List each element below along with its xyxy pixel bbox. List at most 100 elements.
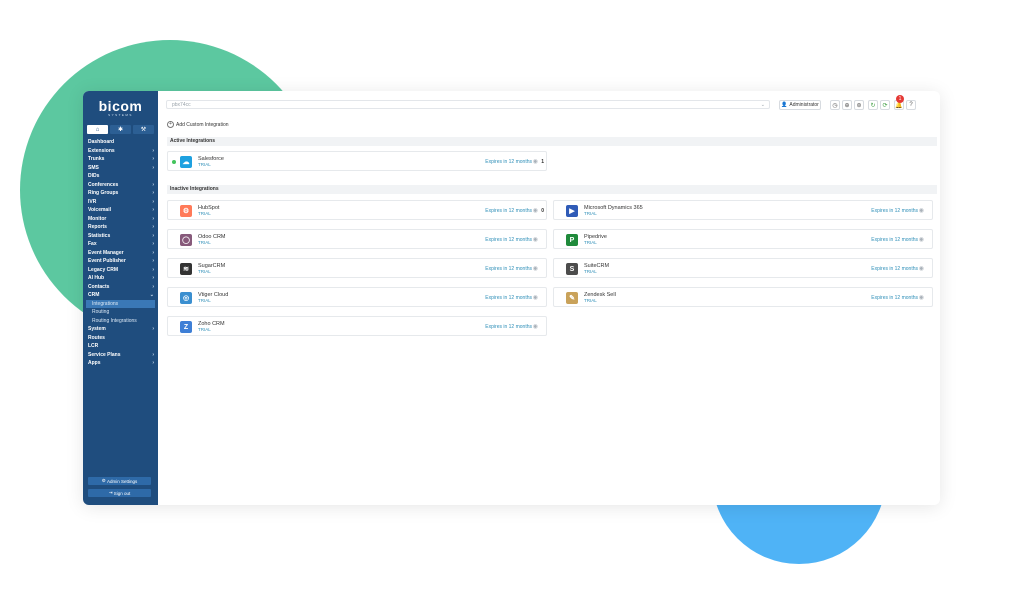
sidebar-item-label: Integrations — [92, 300, 119, 307]
top-bar: pbx74cc ⌄ 👤 Administrator ◷ ⊕ ⊛ ↻ ⟳ 🔔 ? … — [158, 91, 940, 117]
sidebar-item-label: Contacts — [88, 283, 110, 290]
sidebar-item-apps[interactable]: Apps › — [83, 359, 158, 368]
sidebar-item-label: SMS — [88, 164, 99, 171]
integration-card-hubspot[interactable]: ⚙ HubSpot TRIAL Expires in 12 months ◉ 0 — [167, 200, 547, 220]
search-input[interactable]: pbx74cc ⌄ — [166, 100, 770, 109]
chevron-right-icon: ⌄ — [149, 292, 154, 298]
integration-card-sugarcrm[interactable]: ≋ SugarCRM TRIAL Expires in 12 months ◉ — [167, 258, 547, 278]
integration-logo-icon: ▶ — [566, 205, 578, 217]
add-custom-label: Add Custom Integration — [176, 121, 229, 128]
integration-expiry: Expires in 12 months — [871, 266, 918, 272]
sidebar-item-monitor[interactable]: Monitor › — [83, 215, 158, 224]
chevron-right-icon: › — [152, 224, 154, 230]
integration-card-odoo-crm[interactable]: ◯ Odoo CRM TRIAL Expires in 12 months ◉ — [167, 229, 547, 249]
sidebar-item-dids[interactable]: DIDs — [83, 172, 158, 181]
integration-status: TRIAL — [198, 298, 211, 303]
sign-out-label: Sign out — [113, 490, 131, 496]
sidebar-nav: Dashboard Extensions › Trunks › SMS › DIDs Confe… — [83, 138, 158, 368]
integration-expiry: Expires in 12 months — [871, 237, 918, 243]
integration-logo-icon: ◯ — [180, 234, 192, 246]
eye-icon[interactable]: ◉ — [919, 265, 924, 272]
integration-expiry: Expires in 12 months — [485, 159, 532, 165]
sidebar-item-conferences[interactable]: Conferences › — [83, 181, 158, 190]
sidebar-item-routing-integrations[interactable]: Routing Integrations — [83, 317, 158, 326]
chevron-right-icon: › — [152, 351, 154, 358]
chevron-right-icon: › — [152, 232, 154, 239]
chevron-down-icon: ⌄ — [760, 102, 765, 108]
chevron-right-icon: › — [152, 207, 154, 213]
sidebar-item-dashboard[interactable]: Dashboard — [83, 138, 158, 147]
sidebar-item-ivr[interactable]: IVR › — [83, 198, 158, 207]
brand-logo[interactable]: bicom SYSTEMS — [83, 94, 158, 122]
eye-icon[interactable]: ◉ — [533, 236, 538, 243]
integration-card-zendesk-sell[interactable]: ✎ Zendesk Sell TRIAL Expires in 12 months ◉ — [553, 287, 933, 307]
eye-icon[interactable]: ◉ — [533, 207, 538, 214]
sidebar-item-fax[interactable]: Fax › — [83, 240, 158, 249]
chevron-right-icon: › — [152, 258, 154, 264]
refresh-icon[interactable]: ↻ — [868, 100, 878, 110]
chevron-right-icon: › — [152, 198, 154, 205]
eye-icon[interactable]: ◉ — [919, 236, 924, 243]
sidebar-item-label: IVR — [88, 198, 97, 205]
sync-icon[interactable]: ⟳ — [880, 100, 890, 110]
sidebar-item-ai-hub[interactable]: AI Hub › — [83, 274, 158, 283]
sidebar-item-ring-groups[interactable]: Ring Groups › — [83, 189, 158, 198]
globe-icon[interactable]: ⊕ — [842, 100, 852, 110]
sidebar-item-label: Fax — [88, 241, 97, 247]
sidebar-item-lcr[interactable]: LCR — [83, 342, 158, 351]
integration-card-microsoft-dynamics-365[interactable]: ▶ Microsoft Dynamics 365 TRIAL Expires in 1… — [553, 200, 933, 220]
chevron-right-icon: › — [152, 164, 154, 171]
sidebar-item-routes[interactable]: Routes — [83, 334, 158, 343]
add-custom-integration-button[interactable]: + Add Custom Integration — [167, 121, 229, 128]
sidebar-item-legacy-crm[interactable]: Legacy CRM › — [83, 266, 158, 275]
target-icon[interactable]: ⊛ — [854, 100, 864, 110]
eye-icon[interactable]: ◉ — [533, 158, 538, 165]
eye-icon[interactable]: ◉ — [919, 294, 924, 301]
tools-icon[interactable]: ⚒ — [133, 125, 154, 134]
admin-settings-button[interactable]: ⚙ Admin Settings — [88, 477, 151, 485]
user-icon: 👤 — [781, 102, 788, 108]
sidebar-item-trunks[interactable]: Trunks › — [83, 155, 158, 164]
sidebar-item-contacts[interactable]: Contacts › — [83, 283, 158, 292]
integration-card-zoho-crm[interactable]: Z Zoho CRM TRIAL Expires in 12 months ◉ — [167, 316, 547, 336]
sidebar-item-reports[interactable]: Reports › — [83, 223, 158, 232]
integration-card-vtiger-cloud[interactable]: ◎ Vtiger Cloud TRIAL Expires in 12 months ◉ — [167, 287, 547, 307]
sidebar-item-event-manager[interactable]: Event Manager › — [83, 249, 158, 258]
clock-icon[interactable]: ◷ — [830, 100, 840, 110]
eye-icon[interactable]: ◉ — [533, 323, 538, 330]
sidebar: bicom SYSTEMS ⌂ ✱ ⚒ Dashboard Extensions ›… — [83, 91, 158, 505]
eye-icon[interactable]: ◉ — [533, 265, 538, 272]
integration-expiry: Expires in 12 months — [485, 208, 532, 214]
integration-card-salesforce[interactable]: ☁ Salesforce TRIAL Expires in 12 months ◉ 1 — [167, 151, 547, 171]
sidebar-item-extensions[interactable]: Extensions › — [83, 147, 158, 156]
sidebar-item-label: Apps — [88, 360, 101, 366]
sidebar-item-system[interactable]: System › — [83, 325, 158, 334]
sidebar-item-label: Event Publisher — [88, 258, 126, 264]
sign-out-button[interactable]: ⇥ Sign out — [88, 489, 151, 497]
help-icon[interactable]: ? — [906, 100, 916, 110]
integration-status: TRIAL — [198, 211, 211, 216]
sidebar-item-voicemail[interactable]: Voicemail › — [83, 206, 158, 215]
integration-status: TRIAL — [198, 269, 211, 274]
sidebar-item-event-publisher[interactable]: Event Publisher › — [83, 257, 158, 266]
user-menu-button[interactable]: 👤 Administrator — [779, 100, 821, 110]
integration-logo-icon: ≋ — [180, 263, 192, 275]
sidebar-item-label: Routing — [92, 309, 110, 315]
sidebar-item-sms[interactable]: SMS › — [83, 164, 158, 173]
sidebar-item-statistics[interactable]: Statistics › — [83, 232, 158, 241]
eye-icon[interactable]: ◉ — [919, 207, 924, 214]
sidebar-item-routing[interactable]: Routing — [83, 308, 158, 317]
plus-icon: + — [167, 121, 174, 128]
integration-logo-icon: ⚙ — [180, 205, 192, 217]
sidebar-item-service-plans[interactable]: Service Plans › — [83, 351, 158, 360]
sidebar-item-integrations[interactable]: Integrations — [86, 299, 155, 308]
gear-icon[interactable]: ✱ — [110, 125, 131, 134]
integration-card-suitecrm[interactable]: S SuiteCRM TRIAL Expires in 12 months ◉ — [553, 258, 933, 278]
eye-icon[interactable]: ◉ — [533, 294, 538, 301]
home-icon[interactable]: ⌂ — [87, 125, 108, 134]
integration-card-pipedrive[interactable]: P Pipedrive TRIAL Expires in 12 months ◉ — [553, 229, 933, 249]
sidebar-item-crm[interactable]: CRM ⌄ — [83, 291, 158, 300]
integration-status: TRIAL — [584, 269, 597, 274]
integration-status: TRIAL — [198, 240, 211, 245]
sidebar-item-label: Routing Integrations — [92, 317, 137, 324]
